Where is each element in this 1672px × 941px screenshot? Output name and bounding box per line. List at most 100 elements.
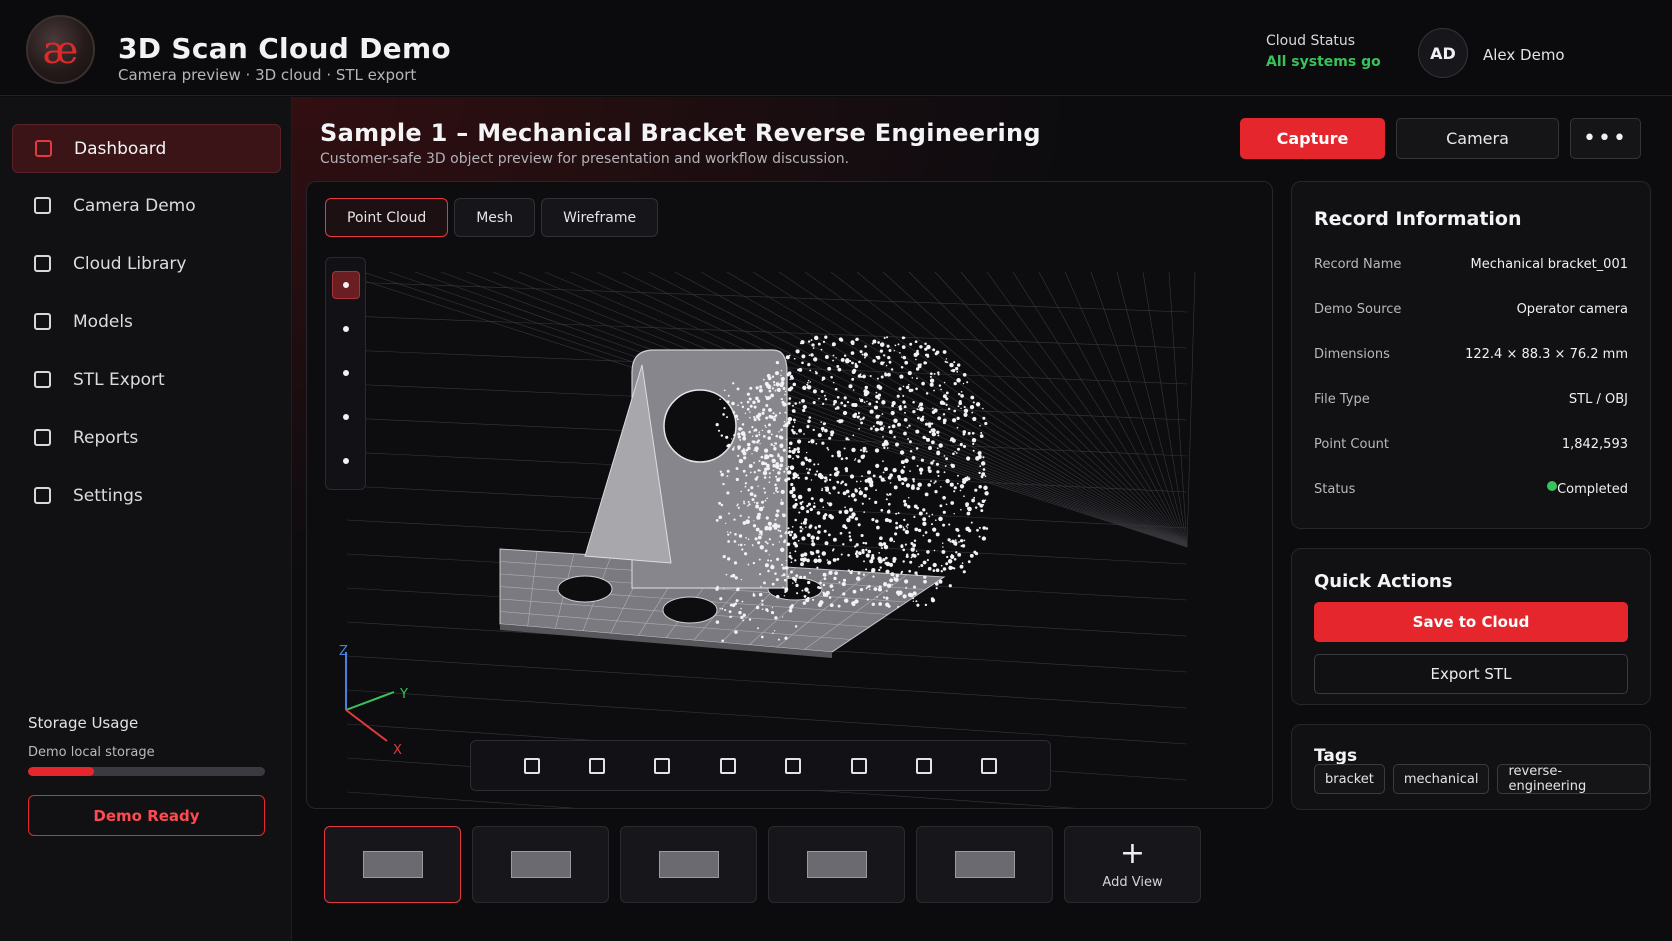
info-key: Dimensions (1314, 347, 1390, 362)
info-row-record-name: Record Name Mechanical bracket_001 (1314, 257, 1628, 272)
info-key: Status (1314, 482, 1356, 497)
tool-button-2[interactable] (332, 315, 360, 343)
info-value: 122.4 × 88.3 × 76.2 mm (1465, 347, 1628, 362)
sidebar-item-label: Settings (73, 485, 143, 506)
checkbox-icon (34, 197, 51, 214)
tool-button-1[interactable] (332, 271, 360, 299)
cloud-status-value: All systems go (1266, 54, 1381, 70)
tool-button-4[interactable] (332, 403, 360, 431)
tag-bracket[interactable]: bracket (1314, 764, 1385, 794)
toolbar-button-3[interactable] (654, 757, 671, 774)
thumbnail-image (954, 851, 1015, 878)
sidebar-item-label: STL Export (73, 369, 165, 390)
axis-z-label: Z (339, 644, 348, 659)
dot-icon (343, 414, 349, 420)
capture-button[interactable]: Capture (1240, 118, 1385, 159)
info-value: STL / OBJ (1568, 392, 1628, 407)
sidebar-item-reports[interactable]: Reports (12, 413, 281, 462)
info-row-point-count: Point Count 1,842,593 (1314, 437, 1628, 452)
tag-mechanical[interactable]: mechanical (1392, 764, 1490, 794)
view-thumbnail-1[interactable] (324, 826, 461, 903)
toolbar-button-1[interactable] (523, 757, 540, 774)
demo-ready-button[interactable]: Demo Ready (28, 795, 265, 836)
sidebar-item-stl-export[interactable]: STL Export (12, 355, 281, 404)
tab-point-cloud[interactable]: Point Cloud (325, 198, 449, 237)
info-value: Mechanical bracket_001 (1470, 257, 1628, 272)
view-thumbnail-3[interactable] (620, 826, 757, 903)
info-key: File Type (1314, 392, 1370, 407)
sidebar-item-models[interactable]: Models (12, 297, 281, 346)
viewport-tool-rail (325, 257, 366, 490)
plus-icon: + (1119, 836, 1146, 871)
info-value: Operator camera (1516, 302, 1628, 317)
3d-viewport[interactable]: Z Y X Point Cloud Mesh Wireframe (306, 181, 1273, 809)
checkbox-icon (34, 255, 51, 272)
sidebar-item-label: Camera Demo (73, 195, 196, 216)
app-logo: æ (26, 15, 95, 84)
sidebar-item-label: Reports (73, 427, 139, 448)
viewport-toolbar (470, 740, 1051, 791)
view-thumbnail-4[interactable] (768, 826, 905, 903)
sidebar-item-dashboard[interactable]: Dashboard (12, 124, 281, 173)
camera-button[interactable]: Camera (1396, 118, 1559, 159)
view-thumbnail-5[interactable] (916, 826, 1053, 903)
quick-actions-title: Quick Actions (1314, 571, 1453, 592)
checkbox-icon (34, 371, 51, 388)
tag-list: bracket mechanical reverse-engineering (1314, 764, 1650, 794)
toolbar-button-4[interactable] (719, 757, 736, 774)
page-subtitle: Customer-safe 3D object preview for pres… (320, 151, 850, 167)
quick-actions-card: Quick Actions Save to Cloud Export STL (1291, 548, 1651, 705)
app-header: æ 3D Scan Cloud Demo Camera preview · 3D… (0, 0, 1672, 96)
axis-x-label: X (393, 743, 402, 758)
info-key: Point Count (1314, 437, 1390, 452)
tab-mesh[interactable]: Mesh (454, 198, 536, 237)
view-mode-tabs: Point Cloud Mesh Wireframe (325, 198, 659, 237)
storage-progress (28, 767, 265, 776)
add-view-label: Add View (1102, 875, 1163, 890)
toolbar-button-6[interactable] (850, 757, 867, 774)
info-value: Completed (1557, 482, 1628, 497)
storage-subtitle: Demo local storage (28, 745, 155, 760)
tab-wireframe[interactable]: Wireframe (541, 198, 659, 237)
checkbox-icon (34, 429, 51, 446)
thumbnail-image (658, 851, 719, 878)
info-row-dimensions: Dimensions 122.4 × 88.3 × 76.2 mm (1314, 347, 1628, 362)
save-to-cloud-button[interactable]: Save to Cloud (1314, 602, 1628, 642)
app-subtitle: Camera preview · 3D cloud · STL export (118, 66, 417, 84)
export-stl-button[interactable]: Export STL (1314, 654, 1628, 694)
info-row-file-type: File Type STL / OBJ (1314, 392, 1628, 407)
status-value: Completed (1547, 480, 1628, 497)
sidebar-item-label: Cloud Library (73, 253, 187, 274)
sidebar-item-cloud-library[interactable]: Cloud Library (12, 239, 281, 288)
checkbox-icon (34, 313, 51, 330)
sidebar-item-settings[interactable]: Settings (12, 471, 281, 520)
record-information-card: Record Information Record Name Mechanica… (1291, 181, 1651, 529)
sidebar-item-label: Models (73, 311, 133, 332)
dot-icon (343, 370, 349, 376)
tag-reverse-engineering[interactable]: reverse-engineering (1497, 764, 1650, 794)
point-cloud-scene: Z Y X (336, 271, 1196, 808)
toolbar-button-2[interactable] (589, 757, 606, 774)
info-row-demo-source: Demo Source Operator camera (1314, 302, 1628, 317)
checkbox-icon (35, 140, 52, 157)
toolbar-button-5[interactable] (785, 757, 802, 774)
storage-progress-fill (28, 767, 95, 776)
user-name[interactable]: Alex Demo (1483, 46, 1565, 64)
tool-button-5[interactable] (332, 447, 360, 475)
tool-button-3[interactable] (332, 359, 360, 387)
add-view-button[interactable]: + Add View (1064, 826, 1201, 903)
more-options-button[interactable]: ••• (1570, 118, 1641, 159)
toolbar-button-8[interactable] (981, 757, 998, 774)
dot-icon (343, 326, 349, 332)
dot-icon (343, 458, 349, 464)
view-thumbnail-2[interactable] (472, 826, 609, 903)
toolbar-button-7[interactable] (915, 757, 932, 774)
info-key: Demo Source (1314, 302, 1402, 317)
sidebar-item-camera-demo[interactable]: Camera Demo (12, 181, 281, 230)
thumbnail-image (362, 851, 423, 878)
cloud-status-label: Cloud Status (1266, 33, 1356, 49)
axis-y-label: Y (399, 687, 408, 702)
avatar[interactable]: AD (1418, 28, 1468, 78)
checkbox-icon (34, 487, 51, 504)
record-information-title: Record Information (1314, 208, 1522, 230)
